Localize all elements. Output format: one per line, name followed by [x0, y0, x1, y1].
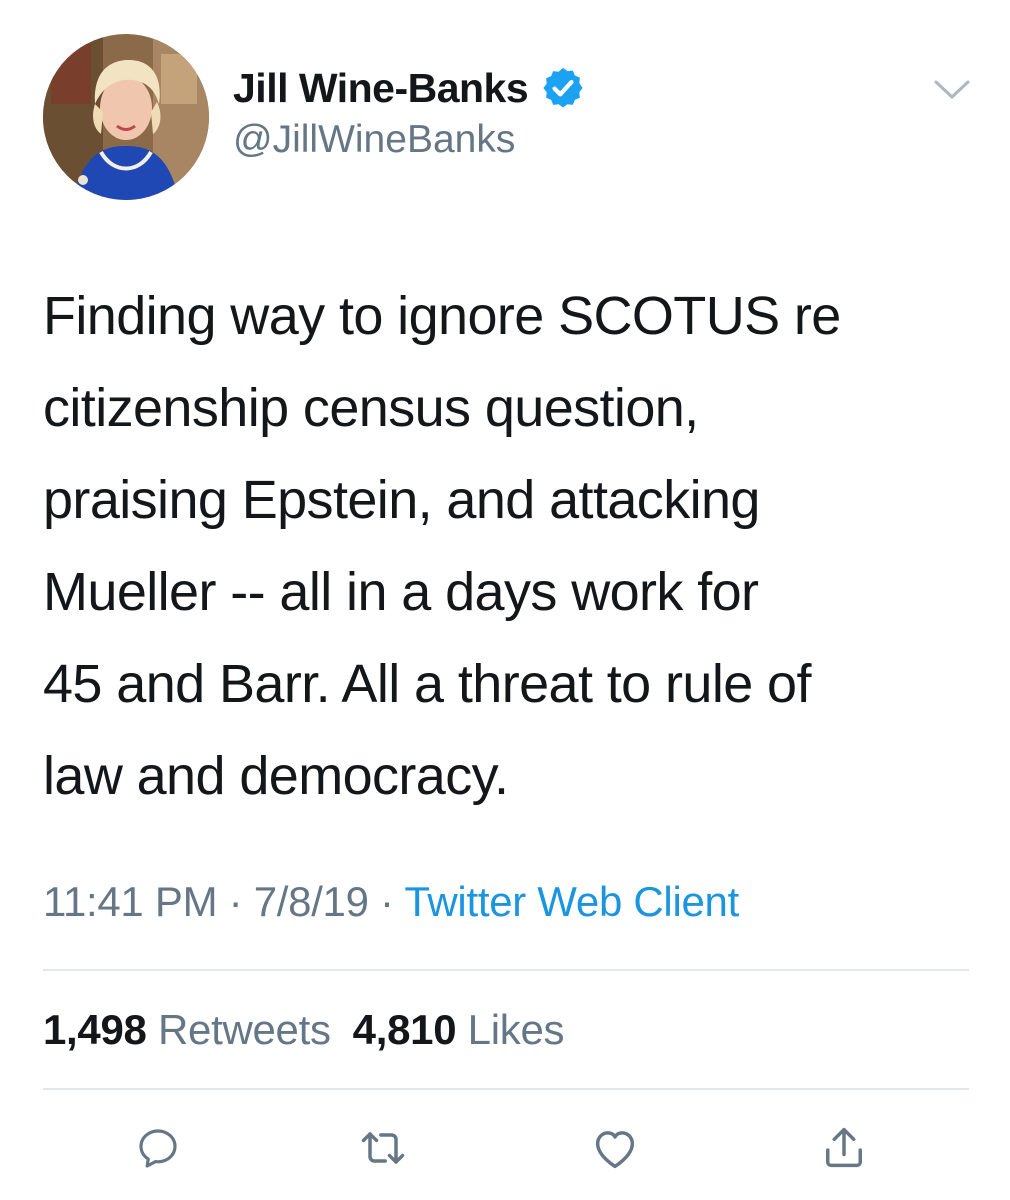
- tweet-text-line: citizenship census question,: [43, 378, 699, 438]
- tweet-text: Finding way to ignore SCOTUS re citizens…: [43, 270, 973, 822]
- retweets-count: 1,498: [43, 1006, 147, 1053]
- retweet-button[interactable]: [353, 1118, 413, 1178]
- meta-separator: ·: [368, 878, 405, 925]
- share-button[interactable]: [814, 1118, 874, 1178]
- share-icon: [826, 1127, 862, 1168]
- likes-count: 4,810: [352, 1006, 457, 1053]
- likes-label: Likes: [467, 1006, 565, 1053]
- reply-button[interactable]: [128, 1118, 188, 1178]
- reply-icon: [139, 1129, 177, 1168]
- tweet-stats: 1,498 Retweets 4,810 Likes: [43, 1006, 565, 1054]
- user-name-row[interactable]: Jill Wine-Banks: [233, 58, 586, 118]
- verified-badge-icon: [543, 67, 583, 108]
- tweet-text-line: law and democracy.: [43, 746, 509, 806]
- retweets-label: Retweets: [157, 1006, 331, 1053]
- like-icon: [595, 1131, 635, 1169]
- tweet-time[interactable]: 11:41 PM: [43, 878, 218, 925]
- divider: [43, 1088, 969, 1090]
- avatar[interactable]: [43, 34, 209, 200]
- display-name[interactable]: Jill Wine-Banks: [233, 65, 529, 112]
- profile-photo: [43, 34, 209, 200]
- chevron-down-icon[interactable]: [932, 78, 972, 102]
- tweet-meta: 11:41 PM · 7/8/19 · Twitter Web Client: [43, 878, 739, 926]
- tweet-text-line: 45 and Barr. All a threat to rule of: [43, 654, 811, 714]
- likes-stat[interactable]: 4,810 Likes: [353, 1006, 565, 1053]
- divider: [43, 969, 969, 971]
- tweet-source-link[interactable]: Twitter Web Client: [404, 878, 739, 925]
- tweet-date[interactable]: 7/8/19: [254, 878, 369, 925]
- like-button[interactable]: [585, 1118, 645, 1178]
- meta-separator: ·: [217, 878, 254, 925]
- retweets-stat[interactable]: 1,498 Retweets: [43, 1006, 331, 1053]
- tweet-text-line: Mueller -- all in a days work for: [43, 562, 759, 622]
- retweet-icon: [361, 1132, 405, 1164]
- tweet-text-line: praising Epstein, and attacking: [43, 470, 760, 530]
- user-handle[interactable]: @JillWineBanks: [233, 118, 515, 162]
- tweet-text-line: Finding way to ignore SCOTUS re: [43, 286, 841, 346]
